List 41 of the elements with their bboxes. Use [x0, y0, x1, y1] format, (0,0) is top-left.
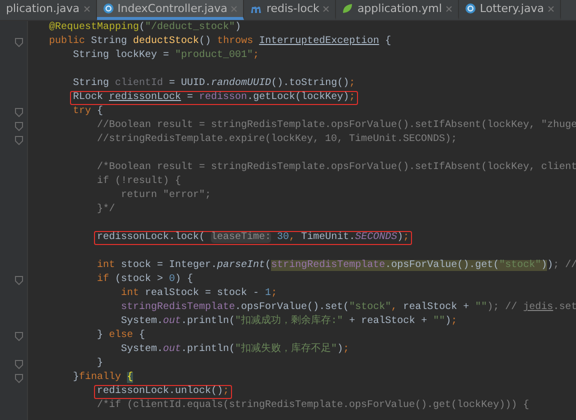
fold-marker-icon[interactable]	[15, 332, 23, 340]
close-icon[interactable]	[548, 6, 554, 12]
fold-marker-icon[interactable]	[15, 276, 23, 284]
code-line: String lockKey = "product_001";	[72, 49, 260, 63]
class-file-icon	[464, 3, 476, 14]
code-line: System.out.println("扣减失败，库存不足");	[120, 343, 350, 357]
class-file-icon	[102, 3, 114, 14]
code-line: if (stock > 0) {	[96, 273, 194, 287]
code-line: int realStock = stock - 1;	[120, 287, 278, 301]
close-icon[interactable]	[231, 6, 238, 12]
fold-marker-icon[interactable]	[15, 38, 23, 46]
fold-marker-icon[interactable]	[15, 360, 23, 368]
code-line: } else {	[96, 329, 146, 343]
close-icon[interactable]	[446, 6, 452, 12]
close-icon[interactable]	[323, 6, 330, 12]
code-line: try {	[72, 105, 104, 119]
module-icon	[250, 4, 262, 14]
fold-marker-icon[interactable]	[15, 374, 23, 382]
code-line: if (!result) {	[96, 175, 182, 189]
fold-marker-icon[interactable]	[15, 108, 23, 116]
code-line: }finally {	[72, 371, 134, 385]
file-tab[interactable]: application.yml	[336, 0, 459, 20]
file-tab[interactable]: redis-lock	[244, 0, 336, 20]
fold-marker-icon[interactable]	[15, 122, 23, 130]
code-line: return "error";	[120, 189, 212, 203]
code-line: public String deductStock() throws InterruptedException {	[48, 35, 392, 49]
close-icon[interactable]	[84, 6, 90, 12]
code-line: //stringRedisTemplate.expire(lockKey, 10, TimeUnit.SECONDS);	[96, 133, 458, 147]
code-line: /*if (clientId.equals(stringRedisTemplate.opsForValue().get(lockKey))) {	[96, 399, 530, 413]
fold-marker-icon[interactable]	[15, 136, 23, 144]
code-line: }	[96, 357, 104, 371]
code-line: }*/	[96, 203, 116, 217]
code-line: @RequestMapping("/deduct_stock")	[48, 21, 242, 35]
code-line: System.out.println("扣减成功，剩余库存:" + realStock + "");	[120, 315, 458, 329]
code-line: stringRedisTemplate.opsForValue().set("stock", realStock + ""); // jedis.set	[120, 301, 576, 314]
leaf-icon	[342, 3, 354, 14]
code-line: String clientId = UUID.randomUUID().toString();	[72, 77, 356, 91]
file-tab[interactable]: Lottery.java	[458, 0, 561, 20]
code-line: /*Boolean result = stringRedisTemplate.opsForValue().setIfAbsent(lockKey, client	[96, 161, 576, 175]
file-tab[interactable]: IndexController.java	[96, 0, 244, 20]
code-line: //Boolean result = stringRedisTemplate.opsForValue().setIfAbsent(lockKey, "zhuge	[96, 119, 576, 133]
